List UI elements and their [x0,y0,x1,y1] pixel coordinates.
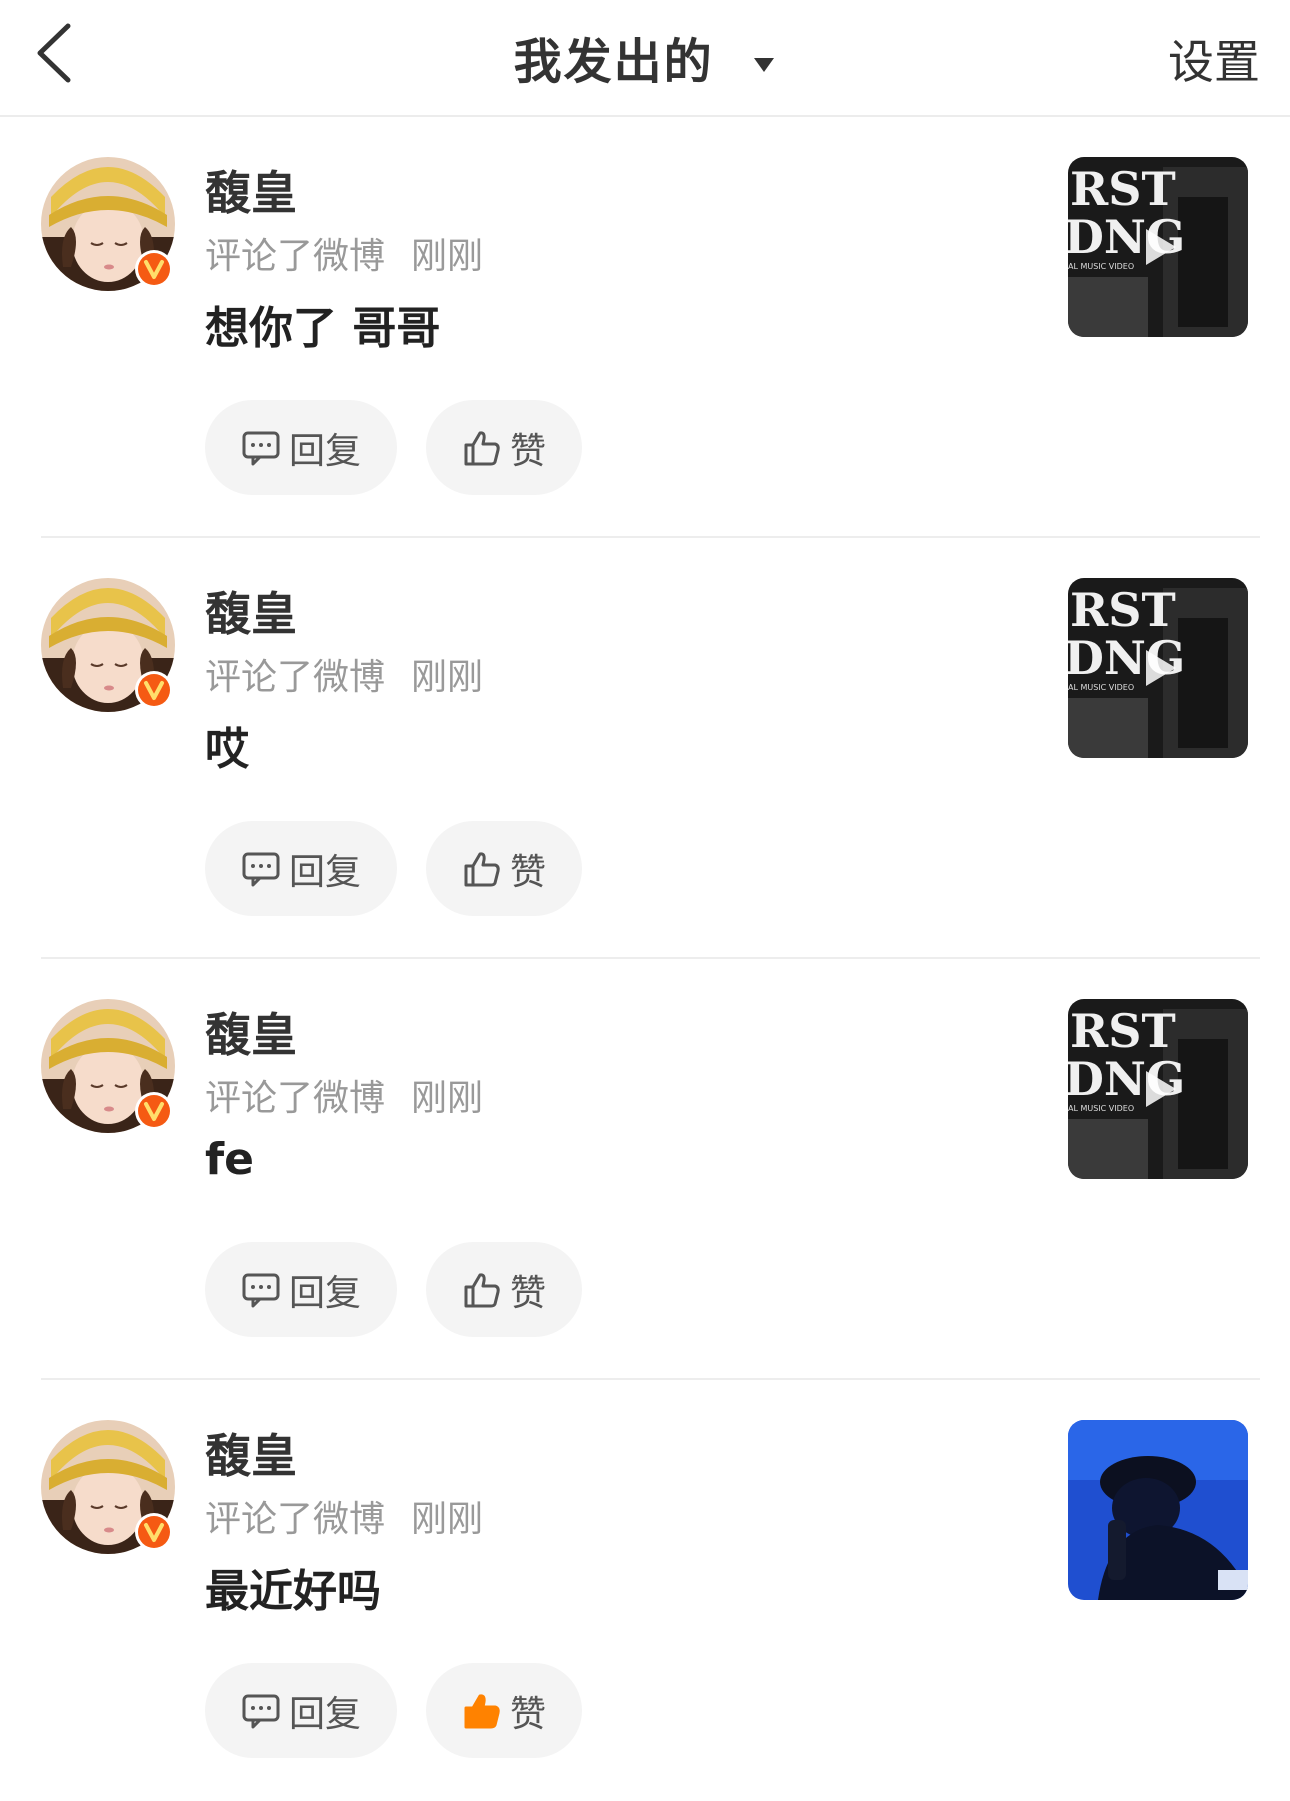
action-text: 评论了微博 [205,657,386,698]
timestamp: 刚刚 [411,657,484,698]
avatar[interactable] [41,157,175,291]
reply-button[interactable]: 回复 [205,1242,397,1337]
action-text: 评论了微博 [205,1078,386,1119]
timestamp: 刚刚 [411,236,484,277]
top-bar: 我发出的 设置 [0,0,1290,117]
reply-label: 回复 [288,1693,361,1735]
caret-down-icon [754,58,775,72]
video-cover-image: RSTDNGAL MUSIC VIDEO [1068,157,1248,337]
portrait-cover-image [1068,1420,1248,1600]
post-thumbnail[interactable]: RST DNG AL MUSIC VIDEO [1068,157,1248,337]
post-thumbnail[interactable]: RST DNG AL MUSIC VIDEO [1068,578,1248,758]
comment-text[interactable]: 哎 [205,713,249,777]
like-button[interactable]: 赞 [426,1242,582,1337]
post-thumbnail[interactable] [1068,1420,1248,1600]
page-title-dropdown[interactable]: 我发出的 [0,22,1290,92]
svg-text:DNG: DNG [1068,631,1185,685]
svg-text:AL MUSIC VIDEO: AL MUSIC VIDEO [1068,1104,1134,1113]
like-button[interactable]: 赞 [426,1663,582,1758]
reply-label: 回复 [288,1272,361,1314]
reply-label: 回复 [288,430,361,472]
username[interactable]: 馥皇 [205,157,297,223]
avatar[interactable] [41,578,175,712]
like-label: 赞 [509,1693,546,1735]
svg-text:DNG: DNG [1068,1052,1185,1106]
settings-button[interactable]: 设置 [1168,26,1260,92]
svg-text:RST: RST [1070,1004,1176,1058]
comment-icon [242,1694,280,1728]
comment-text[interactable]: 想你了 哥哥 [205,292,440,356]
thumbs-up-icon [464,1272,500,1307]
username[interactable]: 馥皇 [205,578,297,644]
verified-badge-icon [135,671,173,709]
verified-badge-icon [135,250,173,288]
comment-icon [242,1273,280,1307]
like-button[interactable]: 赞 [426,400,582,495]
page-title: 我发出的 [513,34,714,90]
username[interactable]: 馥皇 [205,999,297,1065]
thumbs-up-icon [464,1693,500,1728]
comment-icon [242,852,280,886]
reply-label: 回复 [288,851,361,893]
comment-icon [242,431,280,465]
verified-badge-icon [135,1513,173,1551]
comment-text[interactable]: 最近好吗 [205,1555,381,1619]
thumbs-up-icon [464,430,500,465]
comment-meta: 评论了微博 刚刚 [205,1490,483,1542]
thumbs-up-icon [464,851,500,886]
comment-meta: 评论了微博 刚刚 [205,648,483,700]
comment-item: 馥皇 评论了微博 刚刚 fe 回复 赞 RST DNG AL MUSIC VIDEO [0,959,1290,1380]
action-text: 评论了微博 [205,1499,386,1540]
action-text: 评论了微博 [205,236,386,277]
svg-text:AL MUSIC VIDEO: AL MUSIC VIDEO [1068,262,1134,271]
comment-item: 馥皇 评论了微博 刚刚 哎 回复 赞 RST DNG AL MUSIC VIDEO [0,538,1290,959]
svg-text:DNG: DNG [1068,210,1185,264]
avatar[interactable] [41,999,175,1133]
like-label: 赞 [509,851,546,893]
reply-button[interactable]: 回复 [205,1663,397,1758]
avatar[interactable] [41,1420,175,1554]
like-button[interactable]: 赞 [426,821,582,916]
video-cover-image: RSTDNGAL MUSIC VIDEO [1068,999,1248,1179]
video-cover-image: RSTDNGAL MUSIC VIDEO [1068,578,1248,758]
comment-meta: 评论了微博 刚刚 [205,1069,483,1121]
svg-text:RST: RST [1070,583,1176,637]
comment-meta: 评论了微博 刚刚 [205,227,483,279]
like-label: 赞 [509,430,546,472]
username[interactable]: 馥皇 [205,1420,297,1486]
timestamp: 刚刚 [411,1499,484,1540]
comment-item: 馥皇 评论了微博 刚刚 最近好吗 回复 赞 [0,1380,1290,1801]
like-label: 赞 [509,1272,546,1314]
verified-badge-icon [135,1092,173,1130]
reply-button[interactable]: 回复 [205,400,397,495]
svg-text:RST: RST [1070,162,1176,216]
reply-button[interactable]: 回复 [205,821,397,916]
svg-text:AL MUSIC VIDEO: AL MUSIC VIDEO [1068,683,1134,692]
comment-item: 馥皇 评论了微博 刚刚 想你了 哥哥 回复 赞 RST DNG AL MUSIC VI… [0,117,1290,538]
post-thumbnail[interactable]: RST DNG AL MUSIC VIDEO [1068,999,1248,1179]
comment-text[interactable]: fe [205,1134,254,1185]
timestamp: 刚刚 [411,1078,484,1119]
